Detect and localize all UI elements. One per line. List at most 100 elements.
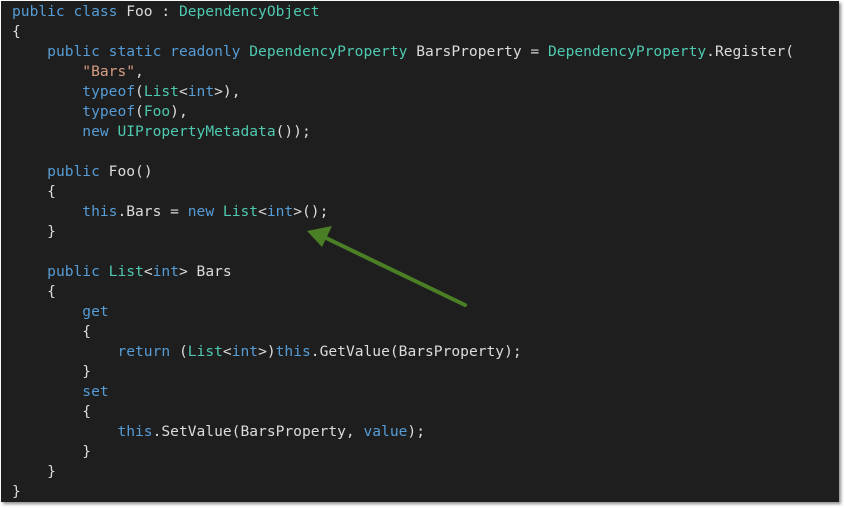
- code-line: typeof(Foo),: [12, 102, 794, 122]
- code-token: {: [12, 323, 92, 340]
- code-token: int: [266, 203, 294, 220]
- code-token: {: [12, 23, 21, 40]
- code-block: public class Foo : DependencyObject{ pub…: [12, 2, 794, 502]
- code-line: {: [12, 282, 794, 302]
- code-token: List: [143, 83, 179, 100]
- code-line: public class Foo : DependencyObject: [12, 2, 794, 22]
- code-token: new: [187, 203, 223, 220]
- code-line: }: [12, 362, 794, 382]
- code-token: .Bars =: [117, 203, 188, 220]
- code-token: <: [143, 263, 153, 280]
- code-token: .Register(: [706, 43, 795, 60]
- code-token: return: [117, 343, 179, 360]
- code-token: this: [275, 343, 311, 360]
- code-token: ,: [135, 63, 144, 80]
- code-token: >): [258, 343, 276, 360]
- code-token: DependencyProperty: [249, 43, 408, 60]
- code-token: }: [12, 483, 21, 500]
- code-token: >),: [214, 83, 241, 100]
- code-line: typeof(List<int>),: [12, 82, 794, 102]
- code-line: public static readonly DependencyPropert…: [12, 42, 794, 62]
- code-token: this: [82, 203, 118, 220]
- code-token: set: [82, 383, 109, 400]
- code-token: (: [135, 83, 144, 100]
- code-token: value: [363, 423, 408, 440]
- code-token: (: [135, 103, 144, 120]
- code-token: <: [222, 343, 232, 360]
- code-token: DependencyObject: [178, 3, 320, 20]
- code-token: List: [187, 343, 223, 360]
- code-token: typeof: [82, 103, 136, 120]
- code-line: {: [12, 322, 794, 342]
- code-token: public: [47, 163, 109, 180]
- code-token: public static readonly: [47, 43, 250, 60]
- code-token: <: [258, 203, 267, 220]
- code-line: "Bars",: [12, 62, 794, 82]
- code-line: }: [12, 442, 794, 462]
- code-token: "Bars": [82, 63, 136, 80]
- code-token: .GetValue(BarsProperty);: [310, 343, 522, 360]
- code-line: set: [12, 382, 794, 402]
- code-line: }: [12, 482, 794, 502]
- code-token: (: [178, 343, 188, 360]
- code-token: int: [231, 343, 259, 360]
- code-token: new: [82, 123, 118, 140]
- code-token: .SetValue(BarsProperty,: [152, 423, 364, 440]
- code-line: this.Bars = new List<int>();: [12, 202, 794, 222]
- code-token: int: [187, 83, 215, 100]
- code-token: > Bars: [178, 263, 232, 280]
- code-line: public List<int> Bars: [12, 262, 794, 282]
- code-token: }: [12, 223, 56, 240]
- code-token: Foo: [143, 103, 171, 120]
- code-token: public class: [12, 3, 127, 20]
- code-token: }: [12, 363, 92, 380]
- code-token: }: [12, 443, 92, 460]
- code-token: get: [82, 303, 109, 320]
- code-token: {: [12, 283, 56, 300]
- code-token: Foo(): [108, 163, 153, 180]
- code-token: DependencyProperty: [548, 43, 707, 60]
- code-token: ());: [275, 123, 311, 140]
- code-token: public: [47, 263, 109, 280]
- code-token: );: [407, 423, 425, 440]
- code-token: {: [12, 183, 56, 200]
- code-token: List: [222, 203, 259, 220]
- code-token: int: [152, 263, 179, 280]
- code-line: {: [12, 22, 794, 42]
- code-token: <: [178, 83, 188, 100]
- code-line: {: [12, 402, 794, 422]
- code-editor: public class Foo : DependencyObject{ pub…: [1, 1, 839, 502]
- code-token: List: [108, 263, 144, 280]
- code-line: new UIPropertyMetadata());: [12, 122, 794, 142]
- code-token: typeof: [82, 83, 136, 100]
- code-line: return (List<int>)this.GetValue(BarsProp…: [12, 342, 794, 362]
- code-line: }: [12, 462, 794, 482]
- code-token: this: [117, 423, 153, 440]
- code-line: {: [12, 182, 794, 202]
- code-line: }: [12, 222, 794, 242]
- code-line: get: [12, 302, 794, 322]
- code-token: ),: [170, 103, 188, 120]
- code-token: {: [12, 403, 92, 420]
- code-token: }: [12, 463, 56, 480]
- code-token: BarsProperty =: [407, 43, 548, 60]
- code-token: UIPropertyMetadata: [117, 123, 276, 140]
- code-line: public Foo(): [12, 162, 794, 182]
- code-line: this.SetValue(BarsProperty, value);: [12, 422, 794, 442]
- code-token: Foo :: [126, 3, 179, 20]
- code-token: >();: [293, 203, 329, 220]
